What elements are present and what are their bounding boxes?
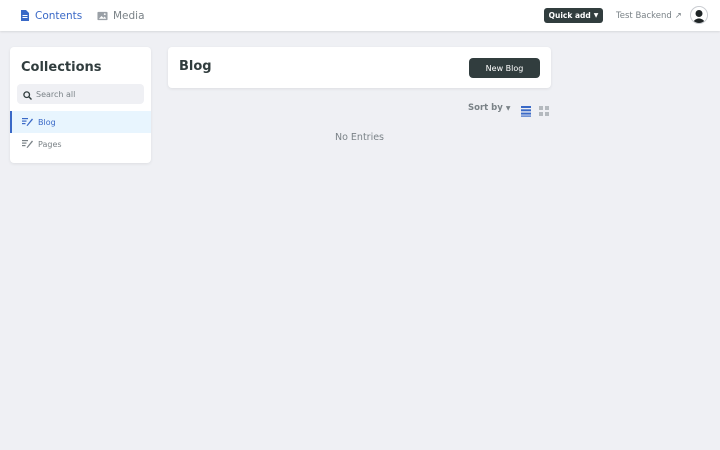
collection-header: Blog New Blog [168,47,551,88]
list-view-icon[interactable] [520,102,532,117]
user-avatar-icon[interactable] [690,6,708,24]
search-box [17,84,144,104]
sidebar-item-pages[interactable]: Pages [10,133,151,155]
chevron-down-icon: ▼ [593,12,599,19]
document-icon [19,10,30,21]
empty-state-text: No Entries [334,132,385,143]
quick-add-button[interactable]: Quick add ▼ [544,8,603,23]
write-icon [22,139,33,150]
search-input[interactable] [36,89,136,99]
sort-by-label: Sort by [468,103,503,113]
top-bar: Contents Media Quick add ▼ Test Backend … [0,0,720,31]
chevron-down-icon: ▼ [505,104,511,112]
sidebar-item-label: Blog [38,117,56,127]
sidebar-item-label: Pages [38,139,62,149]
page-title: Blog [179,59,212,74]
sidebar-item-blog[interactable]: Blog [10,111,151,133]
search-icon [23,85,32,104]
write-icon [22,117,33,128]
collections-sidebar: Collections Blog Pages [10,47,151,163]
image-icon [97,10,108,21]
test-backend-label: Test Backend [616,10,672,21]
nav-contents-link[interactable]: Contents [19,0,82,31]
sort-by-dropdown[interactable]: Sort by ▼ [468,101,510,115]
nav-media-label: Media [113,9,145,22]
quick-add-label: Quick add [548,11,591,20]
external-link-icon: ↗ [674,10,682,21]
grid-view-icon[interactable] [538,102,550,116]
nav-media-link[interactable]: Media [97,0,145,31]
nav-contents-label: Contents [35,9,83,22]
sidebar-title: Collections [21,60,102,75]
new-blog-button[interactable]: New Blog [469,58,540,78]
test-backend-link[interactable]: Test Backend ↗ [616,0,682,31]
